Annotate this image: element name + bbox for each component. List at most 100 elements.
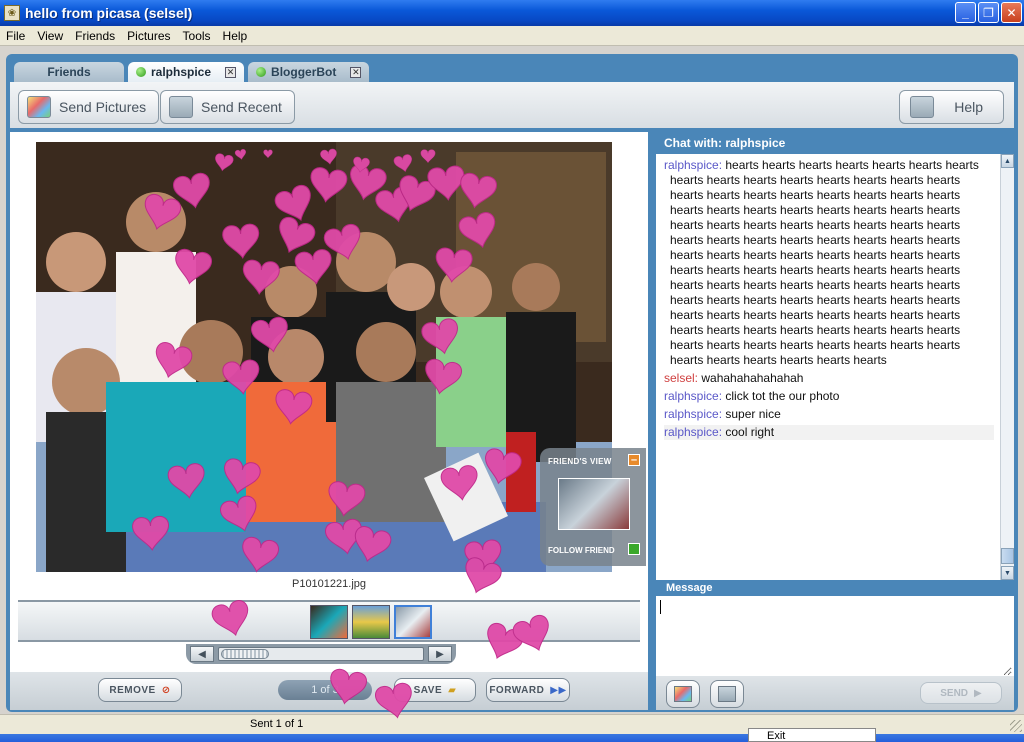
chat-message: ralphspice: super nice xyxy=(664,407,994,422)
message-sender: ralphspice: xyxy=(664,158,723,172)
photo-filename: P10101221.jpg xyxy=(291,578,366,590)
picasa-app-icon: ❀ xyxy=(4,5,20,21)
help-button[interactable]: Help xyxy=(899,90,1004,124)
tab-ralphspice[interactable]: ralphspice ✕ xyxy=(128,62,245,82)
hello-frame: Friends ralphspice ✕ BloggerBot ✕ Send P… xyxy=(6,54,1018,712)
chat-message: ralphspice: cool right xyxy=(664,425,994,440)
chat-message: selsel: wahahahahahahah xyxy=(664,371,994,386)
chat-scrollbar[interactable]: ▲ ▼ xyxy=(1000,154,1014,580)
status-text: Sent 1 of 1 xyxy=(250,718,304,730)
friends-view-panel: FRIEND'S VIEW – FOLLOW FRIEND xyxy=(540,448,646,566)
help-icon xyxy=(910,96,935,118)
chat-message: ralphspice: hearts hearts hearts hearts … xyxy=(664,158,994,368)
send-recent-label: Send Recent xyxy=(201,99,282,115)
remove-icon: ⊘ xyxy=(161,684,171,696)
chat-header: Chat with: ralphspice xyxy=(656,132,1014,154)
menu-pictures[interactable]: Pictures xyxy=(121,29,176,43)
filmstrip-thumbnail-selected[interactable] xyxy=(394,605,432,639)
chat-message: ralphspice: click tot the our photo xyxy=(664,389,994,404)
close-tab-icon[interactable]: ✕ xyxy=(225,66,237,78)
chat-action-bar: SEND ▶ xyxy=(656,676,1014,710)
minimize-button[interactable]: _ xyxy=(955,2,976,23)
online-status-icon xyxy=(136,67,146,77)
scroll-thumb[interactable] xyxy=(1001,548,1014,564)
text-caret xyxy=(660,600,661,614)
send-recent-icon xyxy=(169,96,193,118)
send-recent-button[interactable]: Send Recent xyxy=(160,90,295,124)
remove-label: REMOVE xyxy=(109,684,156,696)
menu-bar: File View Friends Pictures Tools Help xyxy=(0,26,1024,46)
tab-label: Friends xyxy=(47,65,91,79)
send-pictures-small-button[interactable] xyxy=(666,680,700,708)
folder-icon: ▰ xyxy=(448,684,457,696)
follow-friend-play-icon[interactable] xyxy=(628,543,640,555)
send-pictures-label: Send Pictures xyxy=(59,99,147,115)
menu-friends[interactable]: Friends xyxy=(69,29,121,43)
save-label: SAVE xyxy=(413,684,443,696)
scroll-thumb[interactable] xyxy=(221,649,269,659)
scroll-right-icon[interactable]: ▶ xyxy=(428,646,452,662)
forward-label: FORWARD xyxy=(489,684,545,696)
message-sender: ralphspice: xyxy=(664,407,723,421)
help-label: Help xyxy=(954,99,983,115)
message-text: click tot the our photo xyxy=(725,389,840,403)
scroll-left-icon[interactable]: ◀ xyxy=(190,646,214,662)
friends-view-label: FRIEND'S VIEW xyxy=(548,457,612,466)
tab-label: ralphspice xyxy=(151,65,212,79)
title-bar: ❀ hello from picasa (selsel) _ ❐ ✕ xyxy=(0,0,1024,26)
send-recent-icon xyxy=(718,686,736,702)
chat-panel: Chat with: ralphspice ralphspice: hearts… xyxy=(656,132,1014,710)
picture-viewer: FRIEND'S VIEW – FOLLOW FRIEND P10101221.… xyxy=(10,132,648,710)
message-text: hearts hearts hearts hearts hearts heart… xyxy=(670,158,979,367)
message-text: wahahahahahahah xyxy=(701,371,804,385)
filmstrip-thumbnail[interactable] xyxy=(352,605,390,639)
send-pictures-icon xyxy=(674,686,692,702)
online-status-icon xyxy=(256,67,267,77)
send-recent-small-button[interactable] xyxy=(710,680,744,708)
shared-photo[interactable] xyxy=(36,142,612,572)
send-pictures-button[interactable]: Send Pictures xyxy=(18,90,160,124)
scroll-track[interactable] xyxy=(218,647,424,661)
send-pictures-icon xyxy=(27,96,51,118)
window-title: hello from picasa (selsel) xyxy=(25,5,193,21)
close-tab-icon[interactable]: ✕ xyxy=(350,66,362,78)
scroll-down-icon[interactable]: ▼ xyxy=(1001,566,1014,580)
tab-friends[interactable]: Friends xyxy=(14,62,124,82)
send-label: SEND xyxy=(940,687,969,699)
resize-grip-icon[interactable] xyxy=(1010,720,1022,732)
scroll-up-icon[interactable]: ▲ xyxy=(1001,154,1014,168)
message-text: cool right xyxy=(725,425,775,439)
viewer-action-bar: REMOVE ⊘ 1 of 3 SAVE ▰ FORWARD ▶▶ xyxy=(10,672,648,710)
page-indicator: 1 of 3 xyxy=(278,680,372,700)
tab-label: BloggerBot xyxy=(271,65,337,79)
collapse-icon[interactable]: – xyxy=(628,454,640,466)
filmstrip-thumbnail[interactable] xyxy=(310,605,348,639)
filmstrip xyxy=(18,600,640,642)
menu-file[interactable]: File xyxy=(0,29,31,43)
message-sender: ralphspice: xyxy=(664,425,723,439)
send-arrow-icon: ▶ xyxy=(974,687,982,699)
menu-help[interactable]: Help xyxy=(217,29,254,43)
send-button[interactable]: SEND ▶ xyxy=(920,682,1002,704)
chat-log: ralphspice: hearts hearts hearts hearts … xyxy=(656,154,1000,580)
tab-bloggerbot[interactable]: BloggerBot ✕ xyxy=(248,62,370,82)
follow-friend-label: FOLLOW FRIEND xyxy=(548,546,615,555)
toolbar: Send Pictures Send Recent Help xyxy=(10,82,1014,128)
menu-view[interactable]: View xyxy=(31,29,69,43)
menu-tools[interactable]: Tools xyxy=(177,29,217,43)
message-label: Message xyxy=(656,580,1014,596)
forward-button[interactable]: FORWARD ▶▶ xyxy=(486,678,570,702)
message-sender: selsel: xyxy=(664,371,699,385)
message-text: super nice xyxy=(725,407,781,421)
filmstrip-scrollbar: ◀ ▶ xyxy=(186,644,456,664)
message-sender: ralphspice: xyxy=(664,389,723,403)
maximize-button[interactable]: ❐ xyxy=(978,2,999,23)
save-button[interactable]: SAVE ▰ xyxy=(394,678,476,702)
message-input[interactable] xyxy=(658,598,1012,676)
context-menu-exit[interactable]: Exit xyxy=(748,728,876,742)
forward-arrows-icon: ▶▶ xyxy=(550,684,567,696)
close-button[interactable]: ✕ xyxy=(1001,2,1022,23)
friends-view-thumbnail[interactable] xyxy=(558,478,630,530)
group-photo-image xyxy=(36,142,612,572)
remove-button[interactable]: REMOVE ⊘ xyxy=(98,678,182,702)
